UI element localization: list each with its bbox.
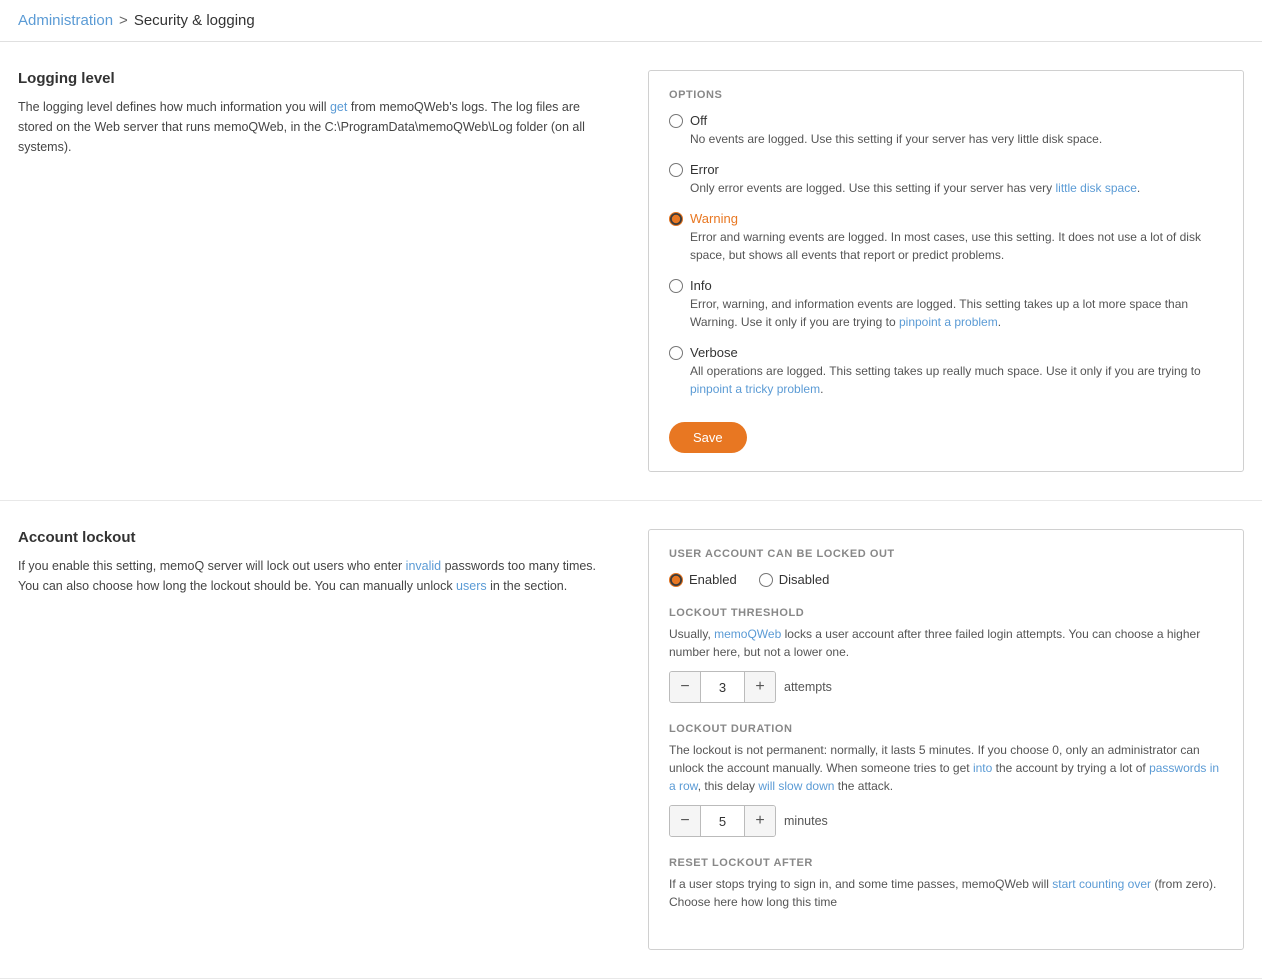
threshold-increment-button[interactable]: + xyxy=(745,672,775,702)
lockout-section: Account lockout If you enable this setti… xyxy=(0,501,1262,979)
radio-lockout-disabled[interactable] xyxy=(759,573,773,587)
lockout-section-desc: If you enable this setting, memoQ server… xyxy=(18,556,618,596)
radio-verbose-desc: All operations are logged. This setting … xyxy=(669,362,1223,398)
lockout-enabled-option: Enabled xyxy=(669,572,737,587)
radio-option-warning: Warning Error and warning events are log… xyxy=(669,211,1223,264)
duration-unit: minutes xyxy=(784,814,828,828)
threshold-stepper-row: − + attempts xyxy=(669,671,1223,703)
lockout-threshold: LOCKOUT THRESHOLD Usually, memoQWeb lock… xyxy=(669,607,1223,703)
radio-info-desc: Error, warning, and information events a… xyxy=(669,295,1223,331)
duration-desc-link2: passwords in a row xyxy=(669,761,1219,793)
radio-option-verbose: Verbose All operations are logged. This … xyxy=(669,345,1223,398)
radio-option-info: Info Error, warning, and information eve… xyxy=(669,278,1223,331)
logging-options-label: OPTIONS xyxy=(669,89,1223,101)
lockout-duration: LOCKOUT DURATION The lockout is not perm… xyxy=(669,723,1223,837)
lockout-desc-link1: invalid xyxy=(406,559,441,573)
radio-off-label[interactable]: Off xyxy=(690,113,707,128)
logging-section: Logging level The logging level defines … xyxy=(0,42,1262,501)
duration-value-input[interactable] xyxy=(700,806,745,836)
duration-label: LOCKOUT DURATION xyxy=(669,723,1223,735)
threshold-stepper: − + xyxy=(669,671,776,703)
duration-stepper: − + xyxy=(669,805,776,837)
lockout-enabled-label[interactable]: Enabled xyxy=(689,572,737,587)
duration-increment-button[interactable]: + xyxy=(745,806,775,836)
radio-error-label[interactable]: Error xyxy=(690,162,719,177)
radio-verbose-desc-link: pinpoint a tricky problem xyxy=(690,382,820,396)
duration-desc-link1: into xyxy=(973,761,992,775)
logging-options-panel: OPTIONS Off No events are logged. Use th… xyxy=(648,70,1244,472)
radio-error[interactable] xyxy=(669,163,683,177)
reset-lockout: RESET LOCKOUT AFTER If a user stops tryi… xyxy=(669,857,1223,911)
radio-off[interactable] xyxy=(669,114,683,128)
radio-warning-label[interactable]: Warning xyxy=(690,211,738,226)
duration-desc-link3: will slow down xyxy=(758,779,834,793)
lockout-desc-link2: users xyxy=(456,579,487,593)
threshold-desc-link: memoQWeb xyxy=(714,627,781,641)
radio-info-desc-link: pinpoint a problem xyxy=(899,315,998,329)
reset-label: RESET LOCKOUT AFTER xyxy=(669,857,1223,869)
radio-option-error: Error Only error events are logged. Use … xyxy=(669,162,1223,197)
threshold-value-input[interactable] xyxy=(700,672,745,702)
lockout-options-label: USER ACCOUNT CAN BE LOCKED OUT xyxy=(669,548,1223,560)
lockout-disabled-option: Disabled xyxy=(759,572,830,587)
lockout-disabled-label[interactable]: Disabled xyxy=(779,572,830,587)
threshold-unit: attempts xyxy=(784,680,832,694)
breadcrumb-current-page: Security & logging xyxy=(134,12,255,29)
reset-desc: If a user stops trying to sign in, and s… xyxy=(669,875,1223,911)
radio-warning-desc: Error and warning events are logged. In … xyxy=(669,228,1223,264)
threshold-decrement-button[interactable]: − xyxy=(670,672,700,702)
duration-stepper-row: − + minutes xyxy=(669,805,1223,837)
radio-lockout-enabled[interactable] xyxy=(669,573,683,587)
radio-verbose-label[interactable]: Verbose xyxy=(690,345,738,360)
radio-option-off: Off No events are logged. Use this setti… xyxy=(669,113,1223,148)
radio-verbose[interactable] xyxy=(669,346,683,360)
radio-info[interactable] xyxy=(669,279,683,293)
duration-decrement-button[interactable]: − xyxy=(670,806,700,836)
main-content: Logging level The logging level defines … xyxy=(0,42,1262,979)
logging-section-left: Logging level The logging level defines … xyxy=(18,70,648,472)
breadcrumb-separator: > xyxy=(119,12,128,29)
lockout-section-title: Account lockout xyxy=(18,529,618,546)
radio-warning[interactable] xyxy=(669,212,683,226)
logging-desc-link1: get xyxy=(330,100,347,114)
radio-info-label[interactable]: Info xyxy=(690,278,712,293)
radio-off-desc: No events are logged. Use this setting i… xyxy=(669,130,1223,148)
breadcrumb-admin-link[interactable]: Administration xyxy=(18,12,113,29)
duration-desc: The lockout is not permanent: normally, … xyxy=(669,741,1223,795)
threshold-desc: Usually, memoQWeb locks a user account a… xyxy=(669,625,1223,661)
lockout-options-panel: USER ACCOUNT CAN BE LOCKED OUT Enabled D… xyxy=(648,529,1244,950)
lockout-enabled-disabled-row: Enabled Disabled xyxy=(669,572,1223,587)
logging-save-button[interactable]: Save xyxy=(669,422,747,453)
logging-section-title: Logging level xyxy=(18,70,618,87)
threshold-label: LOCKOUT THRESHOLD xyxy=(669,607,1223,619)
reset-desc-link: start counting over xyxy=(1052,877,1151,891)
radio-error-desc-link: little disk space xyxy=(1056,181,1137,195)
logging-section-desc: The logging level defines how much infor… xyxy=(18,97,618,157)
radio-error-desc: Only error events are logged. Use this s… xyxy=(669,179,1223,197)
lockout-section-left: Account lockout If you enable this setti… xyxy=(18,529,648,950)
breadcrumb: Administration > Security & logging xyxy=(0,0,1262,42)
